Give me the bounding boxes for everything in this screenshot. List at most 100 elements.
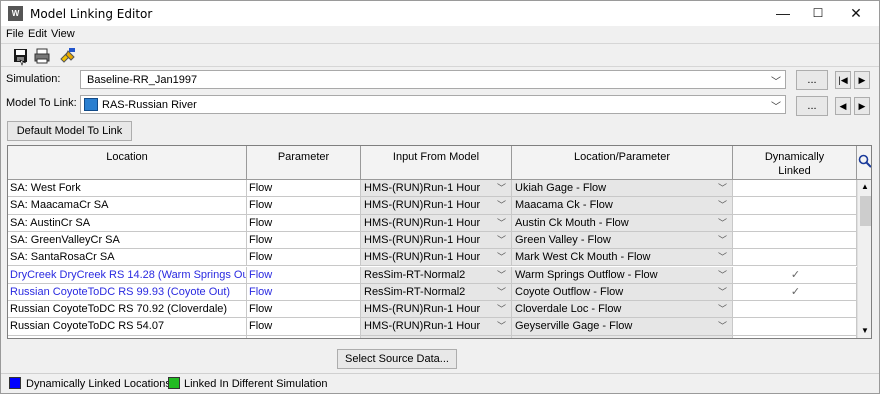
menu-view[interactable]: View [51, 28, 75, 40]
cell-input[interactable]: HMS-(RUN)Run-1 Hour ﹀ [361, 197, 512, 215]
title-bar: W Model Linking Editor — ☐ ✕ [1, 1, 879, 26]
table-row[interactable]: DryCreek DryCreek RS 14.28 (Warm Springs… [8, 266, 857, 284]
chevron-down-icon[interactable]: ﹀ [497, 267, 506, 283]
legend-label-linked-different-simulation: Linked In Different Simulation [184, 378, 328, 390]
table-row[interactable]: SA: West Fork Flow HMS-(RUN)Run-1 Hour ﹀ Uki… [8, 180, 857, 198]
maximize-button[interactable]: ☐ [801, 1, 835, 26]
chevron-down-icon[interactable]: ﹀ [718, 215, 727, 231]
chevron-down-icon[interactable]: ﹀ [718, 284, 727, 300]
default-model-to-link-button[interactable]: Default Model To Link [7, 121, 132, 141]
chevron-down-icon[interactable]: ﹀ [497, 318, 506, 334]
column-header-dynamically-linked[interactable]: Dynamically Linked [733, 146, 857, 180]
chevron-down-icon[interactable]: ﹀ [497, 301, 506, 317]
model-browse-button[interactable]: ... [796, 96, 828, 116]
chevron-down-icon[interactable]: ﹀ [718, 197, 727, 213]
column-header-input-from-model[interactable]: Input From Model [361, 146, 512, 180]
menu-file[interactable]: File [6, 28, 24, 40]
cell-linked [733, 214, 857, 232]
close-button[interactable]: ✕ [839, 1, 873, 26]
scroll-down-icon[interactable]: ▼ [861, 326, 869, 335]
print-icon[interactable] [32, 46, 52, 66]
legend-swatch-linked-different-simulation [168, 377, 180, 389]
cell-input[interactable]: HMS-(RUN)Run-1 Hour ﹀ [361, 301, 512, 319]
model-to-link-select[interactable]: RAS-Russian River ﹀ [80, 95, 786, 114]
table-row[interactable]: Russian CoyoteToDC RS 54.07 Flow HMS-(RUN)… [8, 318, 857, 336]
chevron-down-icon[interactable]: ﹀ [718, 180, 727, 196]
chevron-down-icon[interactable]: ﹀ [718, 318, 727, 334]
chevron-down-icon[interactable]: ﹀ [718, 267, 727, 283]
table-scrollbar[interactable]: ▲ ▼ [857, 180, 871, 338]
cell-text: HMS-(RUN)Run-1 Hour [364, 216, 481, 229]
chevron-down-icon[interactable]: ﹀ [497, 197, 506, 213]
chevron-down-icon[interactable]: ﹀ [497, 180, 506, 196]
cell-locparam[interactable]: Mark West Ck Mouth - Flow ﹀ [512, 249, 733, 267]
cell-locparam[interactable]: Maacama Ck - Flow ﹀ [512, 197, 733, 215]
next-model-button[interactable]: ▶ [854, 97, 870, 115]
minimize-button[interactable]: — [766, 1, 800, 26]
cell-locparam[interactable]: Warm Springs Outflow - Flow ﹀ [512, 266, 733, 284]
table-row[interactable]: Russian CoyoteToDC RS 70.92 (Cloverdale)… [8, 301, 857, 319]
cell-text: SA: SantaRosaCr SA [10, 251, 115, 264]
scroll-up-icon[interactable]: ▲ [861, 182, 869, 191]
table-row[interactable]: SA: SantaRosaCr SA Flow HMS-(RUN)Run-1 Hou… [8, 249, 857, 267]
cell-location: Russian CoyoteToDC RS 54.07 [8, 318, 247, 336]
cell-input[interactable]: ResSim-RT-Normal2 ﹀ [361, 283, 512, 302]
menu-edit[interactable]: Edit [28, 28, 47, 40]
table-row[interactable]: SA: MaacamaCr SA Flow HMS-(RUN)Run-1 Hour ﹀… [8, 197, 857, 215]
scroll-thumb[interactable] [860, 196, 871, 226]
cell-linked [733, 318, 857, 336]
cell-locparam[interactable]: Ukiah Gage - Flow ﹀ [512, 180, 733, 198]
cell-locparam[interactable]: Geyserville Gage - Flow ﹀ [512, 318, 733, 336]
previous-model-button[interactable]: ◀ [835, 97, 851, 115]
cell-input[interactable]: HMS-(RUN)Run-1 Hour ﹀ [361, 249, 512, 267]
cell-location: DryCreek DryCreek RS 14.28 (Warm Springs… [8, 266, 247, 284]
chevron-down-icon[interactable]: ﹀ [718, 232, 727, 248]
simulation-label: Simulation: [6, 73, 61, 85]
cell-text: Green Valley - Flow [515, 233, 611, 246]
cell-locparam[interactable]: Cloverdale Loc - Flow ﹀ [512, 301, 733, 319]
table-row[interactable]: SA: AustinCr SA Flow HMS-(RUN)Run-1 Hour ﹀ A… [8, 214, 857, 232]
table-row[interactable] [8, 335, 857, 338]
cell-text: Flow [249, 268, 273, 281]
column-header-parameter[interactable]: Parameter [247, 146, 361, 180]
table-row[interactable]: Russian CoyoteToDC RS 99.93 (Coyote Out)… [8, 283, 857, 302]
cell-input[interactable]: ResSim-RT-Normal2 ﹀ [361, 266, 512, 284]
search-icon[interactable] [857, 146, 871, 180]
cell-linked: ✓ [733, 266, 857, 284]
legend-label-dynamically-linked: Dynamically Linked Locations [26, 378, 171, 390]
cell-locparam[interactable]: Green Valley - Flow ﹀ [512, 231, 733, 250]
cell-input[interactable]: HMS-(RUN)Run-1 Hour ﹀ [361, 214, 512, 232]
cell-text: Flow [249, 182, 273, 194]
chevron-down-icon[interactable]: ﹀ [718, 249, 727, 265]
cell-text: HMS-(RUN)Run-1 Hour [364, 199, 481, 212]
cell-locparam [512, 335, 733, 338]
chevron-down-icon[interactable]: ﹀ [497, 232, 506, 248]
cell-locparam[interactable]: Austin Ck Mouth - Flow ﹀ [512, 214, 733, 232]
column-header-location-parameter[interactable]: Location/Parameter [512, 146, 733, 180]
chevron-down-icon[interactable]: ﹀ [497, 249, 506, 265]
cell-location [8, 335, 247, 338]
chevron-down-icon[interactable]: ﹀ [497, 284, 506, 300]
cell-input[interactable]: HMS-(RUN)Run-1 Hour ﹀ [361, 231, 512, 250]
cell-text: Flow [249, 251, 273, 264]
column-header-location[interactable]: Location [8, 146, 247, 180]
simulation-browse-button[interactable]: ... [796, 70, 828, 90]
cell-text: Warm Springs Outflow - Flow [515, 268, 658, 281]
simulation-select[interactable]: Baseline-RR_Jan1997 ﹀ [80, 70, 786, 89]
table-row[interactable]: SA: GreenValleyCr SA Flow HMS-(RUN)Run-1 H… [8, 231, 857, 250]
cell-input[interactable]: HMS-(RUN)Run-1 Hour ﹀ [361, 318, 512, 336]
link-icon[interactable] [58, 46, 78, 66]
save-icon[interactable] [11, 46, 31, 66]
select-source-data-button[interactable]: Select Source Data... [337, 349, 457, 369]
chevron-down-icon[interactable]: ﹀ [497, 215, 506, 231]
cell-parameter [247, 335, 361, 338]
chevron-down-icon: ﹀ [771, 77, 781, 88]
cell-input[interactable]: HMS-(RUN)Run-1 Hour ﹀ [361, 180, 512, 198]
cell-locparam[interactable]: Coyote Outflow - Flow ﹀ [512, 283, 733, 302]
cell-text: HMS-(RUN)Run-1 Hour [364, 320, 481, 333]
next-simulation-button[interactable]: ▶ [854, 71, 870, 89]
chevron-down-icon[interactable]: ﹀ [718, 301, 727, 317]
cell-parameter: Flow [247, 318, 361, 336]
previous-simulation-button[interactable]: |◀ [835, 71, 851, 89]
cell-location: SA: AustinCr SA [8, 214, 247, 232]
